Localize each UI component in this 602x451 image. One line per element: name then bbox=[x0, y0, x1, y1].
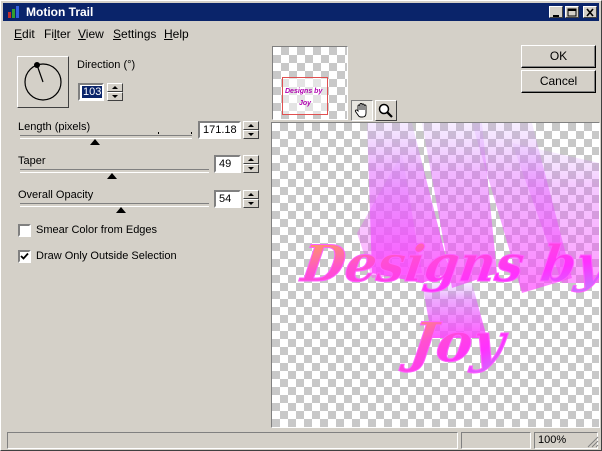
taper-label: Taper bbox=[18, 155, 46, 167]
minimize-button[interactable] bbox=[549, 6, 563, 18]
opacity-value: 54 bbox=[219, 193, 232, 205]
arrow-down-icon bbox=[248, 167, 254, 170]
window-title: Motion Trail bbox=[26, 5, 94, 19]
thumbnail-navigator[interactable]: Designs by Joy bbox=[272, 46, 348, 120]
preview-pane[interactable]: Designs by Joy bbox=[271, 122, 600, 428]
arrow-up-icon bbox=[248, 158, 254, 161]
length-down-button[interactable] bbox=[243, 130, 259, 139]
preview-text-line1: Designs by bbox=[296, 234, 599, 293]
title-bar[interactable]: Motion Trail bbox=[3, 3, 599, 21]
taper-spinner[interactable] bbox=[243, 155, 259, 173]
arrow-up-icon bbox=[112, 86, 118, 89]
opacity-input[interactable]: 54 bbox=[214, 190, 241, 208]
hand-icon bbox=[354, 103, 367, 118]
smear-color-label[interactable]: Smear Color from Edges bbox=[36, 224, 157, 236]
minimize-icon bbox=[553, 15, 559, 17]
maximize-button[interactable] bbox=[565, 6, 579, 18]
direction-dial[interactable] bbox=[17, 56, 69, 108]
arrow-down-icon bbox=[248, 133, 254, 136]
menu-filter[interactable]: Filter bbox=[44, 27, 71, 41]
motion-trail-window: Motion Trail Edit Filter View Settings H… bbox=[0, 0, 602, 451]
preview-image: Designs by Joy bbox=[296, 123, 599, 374]
draw-only-outside-label[interactable]: Draw Only Outside Selection bbox=[36, 250, 177, 262]
status-bar-section bbox=[461, 432, 531, 449]
opacity-slider-track[interactable] bbox=[20, 203, 209, 207]
menu-bar: Edit Filter View Settings Help bbox=[3, 23, 599, 43]
menu-edit[interactable]: Edit bbox=[14, 27, 35, 41]
menu-help[interactable]: Help bbox=[164, 27, 189, 41]
navigator-viewport-box[interactable]: Designs by Joy bbox=[282, 77, 328, 115]
arrow-up-icon bbox=[248, 193, 254, 196]
length-spinner[interactable] bbox=[243, 121, 259, 139]
length-up-button[interactable] bbox=[243, 121, 259, 130]
dial-icon bbox=[24, 62, 62, 101]
opacity-slider-thumb[interactable] bbox=[116, 207, 126, 213]
app-icon bbox=[8, 6, 19, 18]
direction-label: Direction (°) bbox=[77, 59, 136, 71]
thumbnail-text-line2: Joy bbox=[299, 100, 312, 107]
length-slider-track[interactable] bbox=[20, 135, 192, 139]
taper-slider-thumb[interactable] bbox=[107, 173, 117, 179]
direction-up-button[interactable] bbox=[107, 83, 123, 92]
taper-up-button[interactable] bbox=[243, 155, 259, 164]
opacity-label: Overall Opacity bbox=[18, 189, 94, 201]
arrow-up-icon bbox=[248, 124, 254, 127]
ok-button[interactable]: OK bbox=[521, 45, 596, 68]
checkmark-icon bbox=[20, 252, 29, 260]
direction-down-button[interactable] bbox=[107, 92, 123, 101]
opacity-spinner[interactable] bbox=[243, 190, 259, 208]
direction-input[interactable]: 103 bbox=[78, 83, 104, 101]
length-input[interactable]: 171.18 bbox=[198, 121, 241, 139]
draw-only-outside-checkbox[interactable] bbox=[18, 250, 31, 263]
close-button[interactable] bbox=[583, 6, 597, 18]
menu-view[interactable]: View bbox=[78, 27, 104, 41]
zoom-tool-button[interactable] bbox=[375, 100, 397, 121]
preview-text-line2: Joy bbox=[398, 310, 512, 374]
arrow-down-icon bbox=[112, 95, 118, 98]
opacity-up-button[interactable] bbox=[243, 190, 259, 199]
length-tick bbox=[158, 132, 159, 134]
taper-down-button[interactable] bbox=[243, 164, 259, 173]
direction-value: 103 bbox=[82, 86, 103, 98]
status-bar-main bbox=[7, 432, 458, 449]
direction-spinner[interactable] bbox=[107, 83, 123, 101]
smear-color-checkbox[interactable] bbox=[18, 224, 31, 237]
taper-input[interactable]: 49 bbox=[214, 155, 241, 173]
opacity-down-button[interactable] bbox=[243, 199, 259, 208]
length-slider-thumb[interactable] bbox=[90, 139, 100, 145]
length-tick bbox=[191, 132, 192, 134]
pan-tool-button[interactable] bbox=[351, 100, 373, 121]
close-icon bbox=[586, 8, 594, 17]
length-value: 171.18 bbox=[203, 124, 237, 136]
zoom-icon bbox=[378, 103, 393, 118]
resize-grip-icon[interactable] bbox=[587, 436, 599, 448]
maximize-icon bbox=[567, 8, 577, 17]
length-label: Length (pixels) bbox=[18, 121, 91, 133]
menu-settings[interactable]: Settings bbox=[113, 27, 156, 41]
thumbnail-text-line1: Designs by bbox=[285, 88, 323, 95]
taper-value: 49 bbox=[219, 158, 232, 170]
arrow-down-icon bbox=[248, 202, 254, 205]
cancel-button[interactable]: Cancel bbox=[521, 70, 596, 93]
